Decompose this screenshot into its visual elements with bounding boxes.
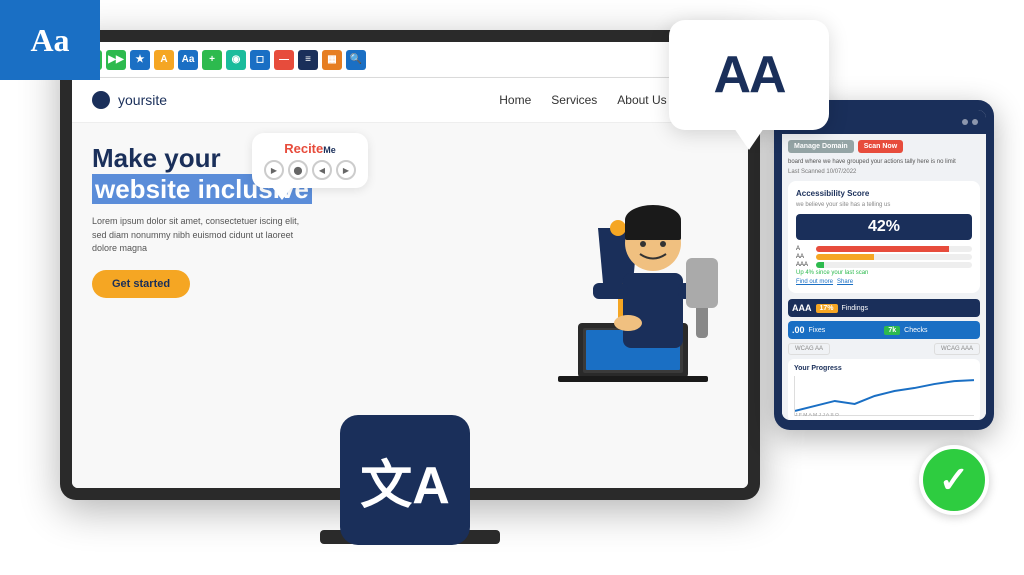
site-logo-dot [92,91,110,109]
tablet-description: board where we have grouped your actions… [788,159,980,165]
last-scanned: Last Scanned 10/07/2022 [788,169,980,175]
tablet-container: Manage Domain Scan Now board where we ha… [774,100,994,430]
nav-about[interactable]: About Us [617,93,666,107]
corner-badge-text: Aa [30,22,69,59]
aaa-label: AAA [792,303,812,313]
checks-label: .00 [792,325,805,335]
wcag-aa-btn[interactable]: WCAG AA [788,343,830,355]
aaa-findings-row: AAA 17% Findings [788,299,980,317]
checks-text: Checks [904,327,976,334]
sub-text: Lorem ipsum dolor sit amet, consectetuer… [92,215,312,256]
toolbar-btn-star[interactable]: ★ [130,50,150,70]
bubble-ctrl-play[interactable]: ▶ [264,160,284,180]
get-started-button[interactable]: Get started [92,270,190,298]
progress-title: Your Progress [794,365,974,372]
recite-logo-bubble: ReciteMe [264,141,356,156]
tablet-header-dot1 [962,119,968,125]
toolbar-btn-ff[interactable]: ▶▶ [106,50,126,70]
aa-speech-bubble: AA [669,20,829,130]
scan-now-btn[interactable]: Scan Now [858,140,903,153]
aa-bubble-text: AA [713,45,784,105]
bar-track-aaa [816,262,972,268]
check-mark-icon: ✓ [939,459,969,501]
score-title: Accessibility Score [796,189,972,198]
score-bar-aaa: AAA [796,262,972,268]
up-indicator: Up 4% since your last scan [796,270,972,276]
toolbar-btn-circle[interactable]: ◉ [226,50,246,70]
share-link[interactable]: Share [837,279,853,285]
score-subtitle: we believe your site has a telling us [796,202,972,208]
score-bar-a: A [796,246,972,252]
bar-label-aaa: AAA [796,262,812,268]
nav-services[interactable]: Services [551,93,597,107]
tablet-content: Manage Domain Scan Now board where we ha… [782,134,986,420]
toolbar-btn-plus[interactable]: + [202,50,222,70]
bar-label-a: A [796,246,812,252]
mode-buttons: WCAG AA WCAG AAA [788,343,980,355]
bubble-ctrl-back[interactable]: ◀ [312,160,332,180]
bar-track-aa [816,254,972,260]
nav-home[interactable]: Home [499,93,531,107]
site-logo: yoursite [92,91,499,109]
toolbar-btn-aa[interactable]: Aa [178,50,198,70]
toolbar-btn-list[interactable]: ≡ [298,50,318,70]
svg-text:J F M A M J J A S O: J F M A M J J A S O [795,412,839,416]
tablet-frame: Manage Domain Scan Now board where we ha… [774,100,994,430]
toolbar-btn-minus[interactable]: — [274,50,294,70]
green-check: ✓ [919,445,989,515]
bar-fill-aa [816,254,874,260]
progress-graph: J F M A M J J A S O [794,376,974,416]
fixes-label: Fixes [809,327,881,334]
translate-icon: 文A [340,415,470,545]
manage-domain-btn[interactable]: Manage Domain [788,140,854,153]
find-out-more[interactable]: Find out more [796,279,833,285]
bar-label-aa: AA [796,254,812,260]
bar-track-a [816,246,972,252]
website-nav: yoursite Home Services About Us Contact [72,78,748,123]
bubble-ctrl-stop[interactable]: ⬤ [288,160,308,180]
aaa-findings: Findings [842,305,976,312]
bar-fill-a [816,246,949,252]
site-logo-text: yoursite [118,92,167,108]
aaa-count: 17% [816,304,838,313]
score-bar-aa: AA [796,254,972,260]
translate-icon-text: 文A [360,443,450,518]
wcag-aaa-btn[interactable]: WCAG AAA [934,343,980,355]
tablet-buttons: Manage Domain Scan Now [788,140,980,153]
person-illustration [528,128,728,388]
checks-row: .00 Fixes 7k Checks [788,321,980,339]
checks-count: 7k [884,326,900,335]
toolbar-btn-grid[interactable]: ▦ [322,50,342,70]
toolbar-btn-square[interactable]: ◻ [250,50,270,70]
bubble-ctrl-fwd[interactable]: ▶ [336,160,356,180]
corner-badge: Aa [0,0,100,80]
score-section: Accessibility Score we believe your site… [788,181,980,293]
tablet-header-dot2 [972,119,978,125]
score-bars: A AA AAA [796,246,972,268]
speech-bubble: ReciteMe ▶ ⬤ ◀ ▶ [252,133,368,188]
score-value: 42% [796,214,972,240]
bubble-controls: ▶ ⬤ ◀ ▶ [264,160,356,180]
toolbar-btn-a[interactable]: A [154,50,174,70]
toolbar-btn-search[interactable]: 🔍 [346,50,366,70]
score-actions: Find out more Share [796,279,972,285]
tablet-screen: Manage Domain Scan Now board where we ha… [782,110,986,420]
website-toolbar: ▶ ▶▶ ★ A Aa + ◉ ◻ — ≡ ▦ 🔍 ReciteMe [72,42,748,78]
progress-section: Your Progress J F M A M J J A S O [788,359,980,420]
bar-fill-aaa [816,262,824,268]
